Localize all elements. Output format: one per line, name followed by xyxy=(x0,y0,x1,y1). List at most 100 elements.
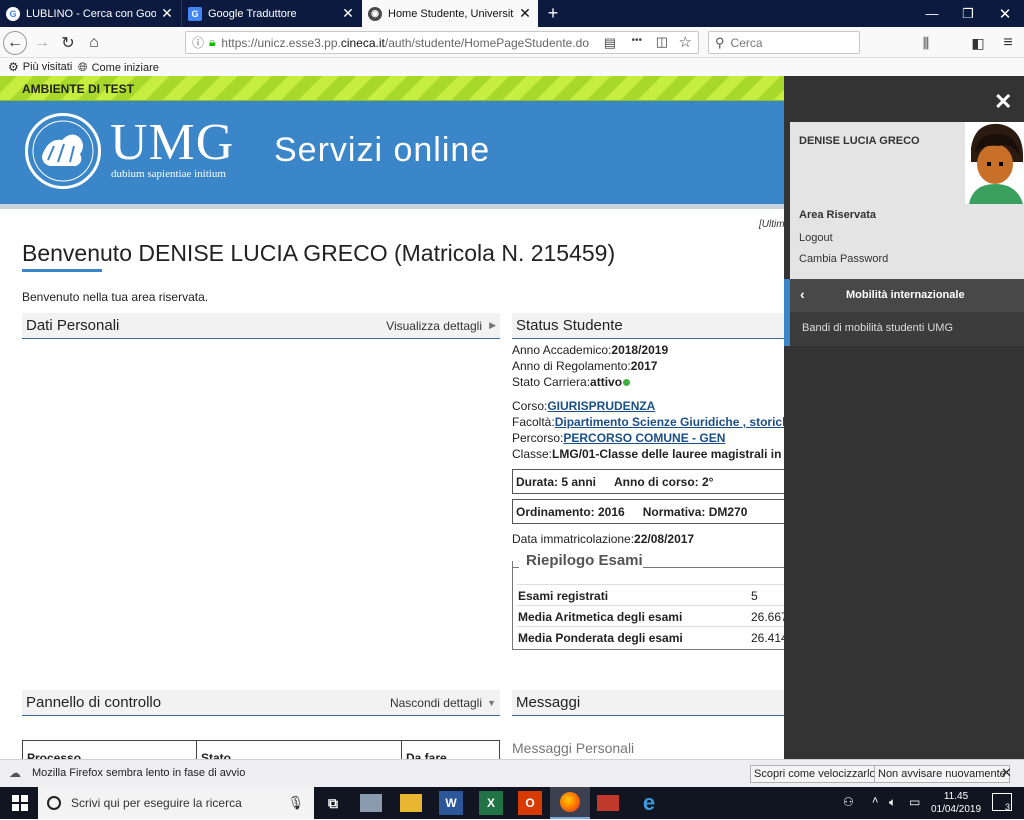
globe-icon: 🌐︎ xyxy=(78,60,88,74)
pocket-icon[interactable]: ◫ xyxy=(656,34,668,50)
firefox-taskbar-button[interactable] xyxy=(550,787,590,819)
ordinamento-box: Ordinamento: 2016 Normativa: DM270 xyxy=(512,499,792,524)
new-tab-icon[interactable]: + xyxy=(542,3,564,25)
file-explorer-icon[interactable] xyxy=(400,794,422,812)
mobilita-title: Mobilità internazionale xyxy=(846,289,965,301)
clock-date: 01/04/2019 xyxy=(930,804,982,815)
home-icon[interactable]: ⌂ xyxy=(82,31,106,55)
hamburger-menu-icon[interactable]: ≡ xyxy=(996,31,1020,55)
status-studente-title: Status Studente xyxy=(516,317,623,334)
bookmark-piu-visitati[interactable]: ⚙ Più visitati xyxy=(8,60,72,74)
windows-taskbar: Scrivi qui per eseguire la ricerca 🎙︎ ⧉ … xyxy=(0,787,1024,819)
pdf-reader-icon[interactable] xyxy=(597,795,619,811)
close-notification-icon[interactable]: ✕ xyxy=(1001,765,1012,781)
bookmark-come-iniziare[interactable]: 🌐︎ Come iniziare xyxy=(78,60,159,75)
close-tab-icon[interactable]: ✕ xyxy=(341,5,355,22)
facolta-link[interactable]: Dipartimento Scienze Giuridiche , storic… xyxy=(555,415,784,429)
action-center-icon[interactable]: 3 xyxy=(992,793,1012,812)
close-menu-icon[interactable]: ✕ xyxy=(994,89,1012,115)
clock[interactable]: 11.45 01/04/2019 xyxy=(926,790,986,816)
bookmark-label: Più visitati xyxy=(22,61,73,73)
microphone-icon[interactable]: 🎙︎ xyxy=(287,795,304,811)
minimize-icon[interactable]: — xyxy=(914,0,950,27)
messaggi-header: Messaggi xyxy=(512,690,784,716)
window-close-icon[interactable]: ✕ xyxy=(987,0,1023,27)
logout-link[interactable]: Logout xyxy=(799,232,833,244)
task-view-icon[interactable]: ⧉ xyxy=(321,791,345,815)
status-active-dot-icon xyxy=(623,379,631,386)
mobilita-section-header[interactable]: ‹ Mobilità internazionale xyxy=(784,279,1024,312)
notification-text: Mozilla Firefox sembra lento in fase di … xyxy=(32,767,246,779)
scopri-come-velocizzarlo-button[interactable]: Scopri come velocizzarlo xyxy=(750,765,880,783)
corso-row: Corso:GIURISPRUDENZA xyxy=(512,399,656,413)
bookmark-label: Come iniziare xyxy=(91,61,159,74)
excel-icon[interactable]: X xyxy=(479,791,503,815)
network-icon[interactable]: ▭ xyxy=(909,795,920,809)
search-placeholder: Cerca xyxy=(730,35,763,50)
lock-icon[interactable]: 🔒︎ xyxy=(209,35,215,50)
status-studente-header: Status Studente xyxy=(512,313,784,339)
restore-icon[interactable]: ❐ xyxy=(950,0,986,27)
library-icon[interactable]: ⫼ xyxy=(914,31,938,55)
avatar xyxy=(965,122,1024,204)
riepilogo-esami-title: Riepilogo Esami xyxy=(526,552,643,569)
file-explorer-alt-icon[interactable] xyxy=(360,794,382,812)
nascondi-dettagli-link[interactable]: Nascondi dettagli xyxy=(390,696,482,710)
caret-right-icon[interactable]: ▶ xyxy=(489,320,496,331)
visualizza-dettagli-link[interactable]: Visualizza dettagli xyxy=(386,319,482,333)
page-actions-icon[interactable]: ••• xyxy=(631,35,642,46)
corso-link[interactable]: GIURISPRUDENZA xyxy=(547,399,655,413)
word-icon[interactable]: W xyxy=(439,791,463,815)
percorso-row: Percorso:PERCORSO COMUNE - GEN xyxy=(512,431,726,445)
title-underline xyxy=(22,269,102,272)
volume-icon[interactable]: 🔈︎ xyxy=(889,795,896,810)
cambia-password-link[interactable]: Cambia Password xyxy=(799,253,888,265)
row-value: 26.414 xyxy=(751,631,788,645)
people-icon[interactable]: ⚇ xyxy=(843,795,854,809)
dati-personali-title: Dati Personali xyxy=(26,317,120,334)
cortana-icon xyxy=(47,796,61,810)
back-icon[interactable]: ← xyxy=(3,31,27,55)
close-tab-icon[interactable]: ✕ xyxy=(160,5,174,22)
tab-strip: G LUBLINO - Cerca con Google ✕ G Google … xyxy=(0,0,1024,27)
reader-view-icon[interactable]: ▤ xyxy=(604,35,616,51)
stato-carriera-row: Stato Carriera:attivo xyxy=(512,375,631,389)
taskbar-search-input[interactable]: Scrivi qui per eseguire la ricerca 🎙︎ xyxy=(38,787,314,819)
table-row: Media Aritmetica degli esami 26.667 xyxy=(517,605,789,625)
search-input[interactable]: ⚲ Cerca xyxy=(708,31,860,54)
caret-down-icon[interactable]: ▼ xyxy=(487,698,496,708)
percorso-link[interactable]: PERCORSO COMUNE - GEN xyxy=(563,431,725,445)
row-label: Esami registrati xyxy=(518,589,609,603)
tab-google-translate[interactable]: G Google Traduttore ✕ xyxy=(181,0,361,27)
sidebar-toggle-icon[interactable]: ◧ xyxy=(966,31,990,55)
url-bar[interactable]: ⓘ 🔒︎ https://unicz.esse3.pp.cineca.it/au… xyxy=(185,31,699,54)
non-avvisare-button[interactable]: Non avvisare nuovamente xyxy=(874,765,1010,783)
tab-home-studente[interactable]: ◉ Home Studente, Università di U ✕ xyxy=(362,0,538,27)
info-icon[interactable]: ⓘ xyxy=(192,34,204,51)
umg-logo-text[interactable]: UMG xyxy=(110,117,234,169)
forward-icon[interactable]: → xyxy=(30,31,54,55)
data-immatricolazione-row: Data immatricolazione:22/08/2017 xyxy=(512,532,695,546)
reload-icon[interactable]: ↻ xyxy=(56,31,80,55)
edge-icon[interactable]: e xyxy=(637,790,661,815)
tab-google-search[interactable]: G LUBLINO - Cerca con Google ✕ xyxy=(0,0,180,27)
windows-start-icon[interactable] xyxy=(8,791,32,815)
classe-row: Classe:LMG/01-Classe delle lauree magist… xyxy=(512,447,784,461)
row-value: 26.667 xyxy=(751,610,788,624)
column-header: Processo xyxy=(27,751,82,759)
clock-time: 11.45 xyxy=(943,791,969,802)
riepilogo-esami-fieldset: Riepilogo Esami Esami registrati 5 Media… xyxy=(512,552,793,650)
table-row: Esami registrati 5 xyxy=(517,584,789,604)
pannello-table-header: Processo Stato Da fare xyxy=(22,740,500,759)
university-seal-logo[interactable] xyxy=(25,113,101,189)
row-label: Media Ponderata degli esami xyxy=(518,631,683,645)
messaggi-title: Messaggi xyxy=(516,694,581,711)
fieldset-border xyxy=(643,567,793,568)
sidebar-item-bandi-mobilita[interactable]: Bandi di mobilità studenti UMG xyxy=(784,312,1024,346)
bookmark-star-icon[interactable]: ☆ xyxy=(679,33,692,51)
powerpoint-icon[interactable]: O xyxy=(518,791,542,815)
url-text[interactable]: https://unicz.esse3.pp.cineca.it/auth/st… xyxy=(221,36,589,50)
close-tab-icon[interactable]: ✕ xyxy=(518,5,532,22)
chevron-left-icon[interactable]: ‹ xyxy=(800,286,805,302)
tray-chevron-up-icon[interactable]: ˄ xyxy=(872,795,878,807)
